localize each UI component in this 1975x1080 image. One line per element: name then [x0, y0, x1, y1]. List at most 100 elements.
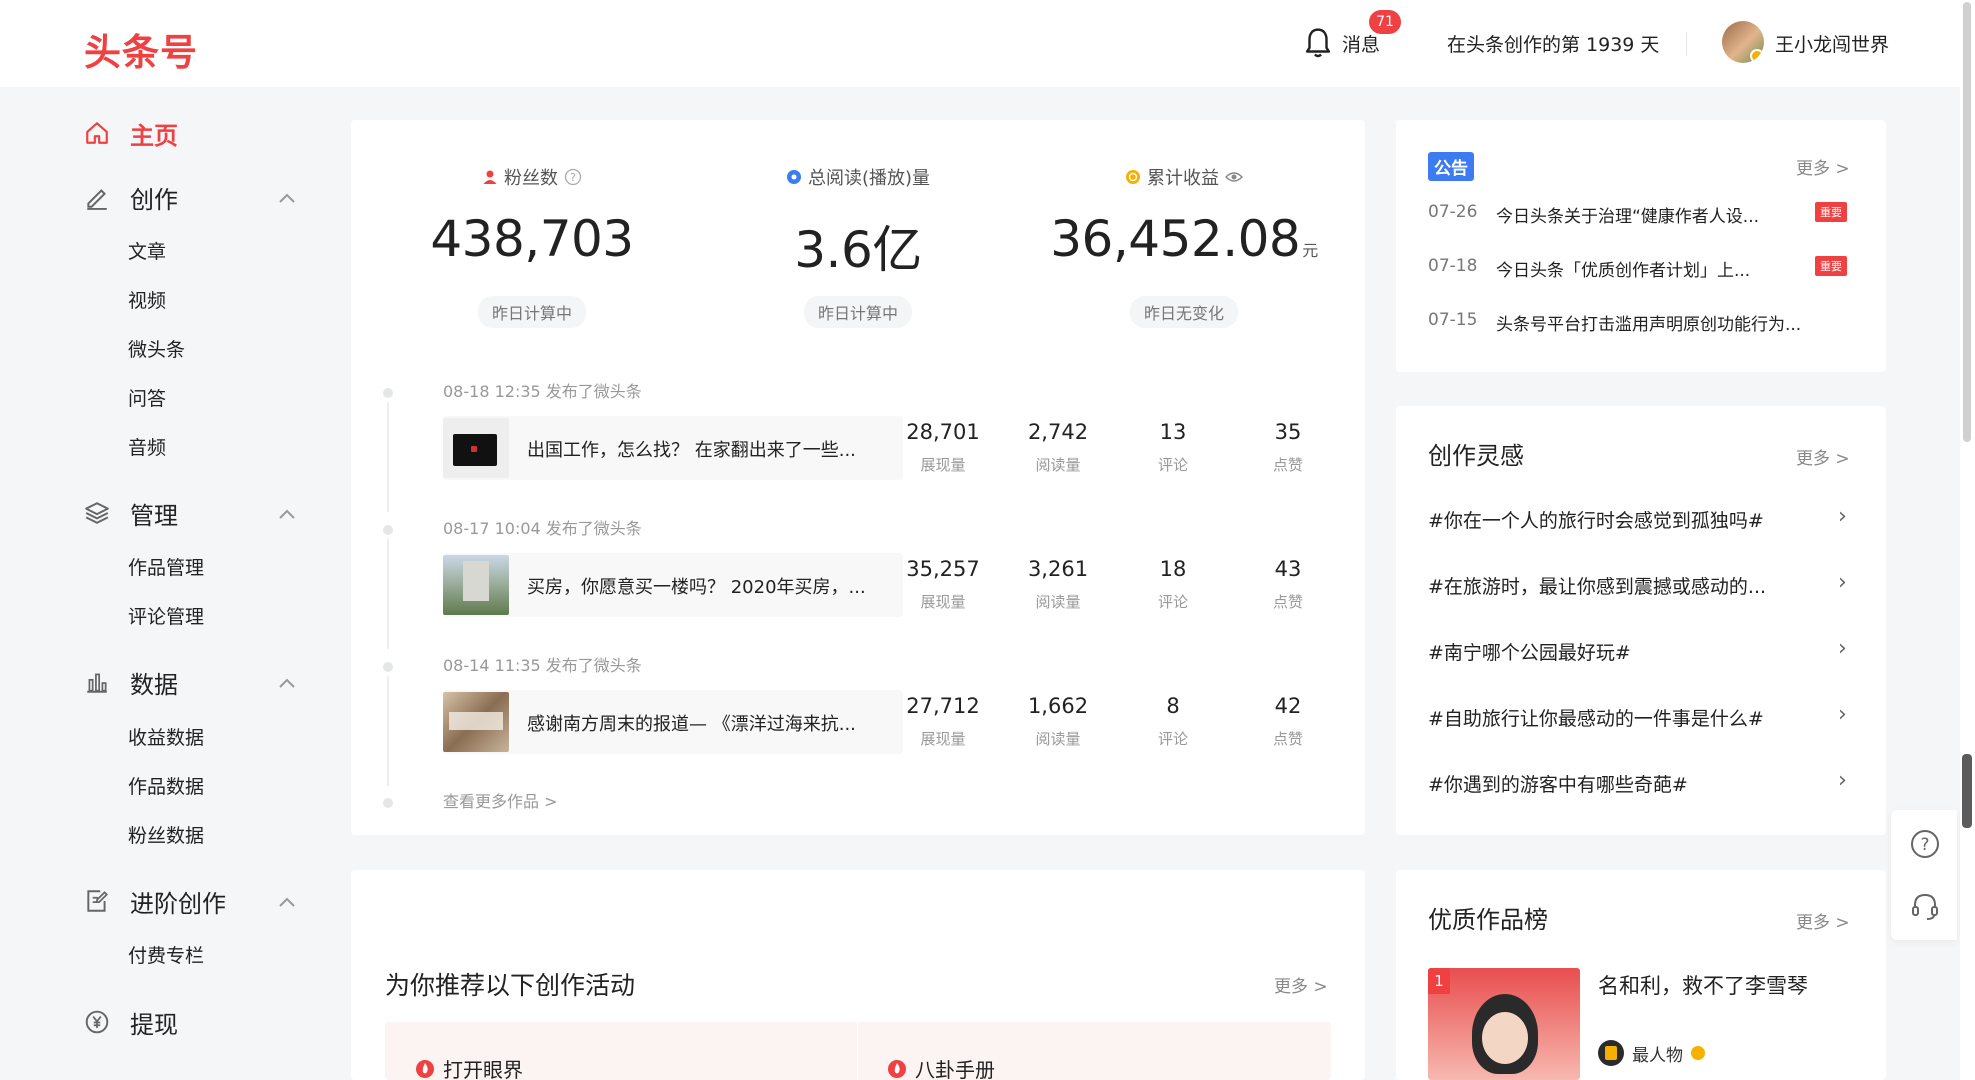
metric-label: 展现量 [920, 456, 966, 474]
sidebar-item-withdraw[interactable]: 提现 [84, 1004, 178, 1040]
stat-note: 昨日计算中 [477, 296, 587, 328]
sidebar-item-comments-manage[interactable]: 评论管理 [128, 602, 204, 629]
stat-label: 粉丝数 [504, 168, 558, 189]
floating-toolbar: ? [1891, 810, 1957, 940]
post-comments: 18 评论 [1123, 557, 1223, 612]
sidebar-item-create[interactable]: 创作 [84, 179, 178, 215]
metric-value: 42 [1274, 694, 1302, 718]
sidebar-item-manage[interactable]: 管理 [84, 495, 178, 531]
svg-text:?: ? [570, 171, 576, 184]
topic-item[interactable]: #你遇到的游客中有哪些奇葩# › [1428, 768, 1858, 802]
verified-badge-icon [1750, 49, 1764, 63]
metric-value: 35 [1274, 420, 1302, 444]
sidebar-item-audio[interactable]: 音频 [128, 433, 166, 460]
sidebar-item-income-data[interactable]: 收益数据 [128, 723, 204, 750]
important-tag: 重要 [1815, 202, 1847, 222]
sidebar-item-label: 数据 [130, 670, 178, 699]
announcement-date: 07-18 [1428, 256, 1478, 276]
metric-label: 点赞 [1272, 456, 1303, 474]
bell-icon[interactable] [1303, 26, 1333, 60]
yuan-coin-icon [85, 1010, 109, 1034]
timeline-line [387, 402, 389, 512]
topic-item[interactable]: #你在一个人的旅行时会感觉到孤独吗# › [1428, 504, 1858, 538]
view-more-works-link[interactable]: 查看更多作品 > [443, 788, 558, 812]
announcements-more-link[interactable]: 更多 > [1796, 154, 1850, 179]
timeline-dot [383, 798, 393, 808]
topic-item[interactable]: #南宁哪个公园最好玩# › [1428, 636, 1858, 670]
chevron-right-icon: › [1838, 768, 1847, 793]
metric-value: 28,701 [906, 420, 980, 444]
post-box[interactable]: 买房，你愿意买一楼吗？ 2020年买房，... [443, 553, 903, 617]
sidebar-item-home[interactable]: 主页 [84, 115, 178, 151]
sidebar-item-qa[interactable]: 问答 [128, 384, 166, 411]
help-icon[interactable]: ? [564, 168, 582, 186]
activities-more-link[interactable]: 更多 > [1274, 972, 1328, 997]
timeline-dot [383, 662, 393, 672]
sidebar-item-works-manage[interactable]: 作品管理 [128, 553, 204, 580]
activity-tabs: 打开眼界 八卦手册 [385, 1022, 1331, 1080]
activity-tab[interactable]: 八卦手册 [887, 1054, 995, 1080]
topic-item[interactable]: #自助旅行让你最感动的一件事是什么# › [1428, 702, 1858, 736]
ranking-more-link[interactable]: 更多 > [1796, 908, 1850, 933]
scrollbar-thumb[interactable] [1963, 2, 1971, 442]
important-tag: 重要 [1815, 256, 1847, 276]
topic-text: #在旅游时，最让你感到震撼或感动的... [1428, 576, 1767, 598]
income-unit: 元 [1302, 241, 1318, 260]
announcements-card: 公告 更多 > 07-26 今日头条关于治理“健康作者人设... 重要 07-18 今… [1396, 120, 1886, 372]
inner-scrollbar-thumb[interactable] [1962, 754, 1972, 828]
sidebar-item-article[interactable]: 文章 [128, 237, 166, 264]
topic-text: #你遇到的游客中有哪些奇葩# [1428, 774, 1688, 796]
announcement-badge: 公告 [1428, 152, 1474, 181]
timeline-dot [383, 525, 393, 535]
messages-label[interactable]: 消息 [1342, 30, 1380, 57]
help-icon[interactable]: ? [1909, 828, 1941, 860]
sidebar-item-micro-post[interactable]: 微头条 [128, 335, 185, 362]
headset-icon[interactable] [1909, 890, 1941, 922]
metric-label: 阅读量 [1035, 730, 1081, 748]
activity-tab[interactable]: 打开眼界 [415, 1054, 523, 1080]
chevron-up-icon[interactable] [277, 192, 297, 204]
sidebar-item-fans-data[interactable]: 粉丝数据 [128, 821, 204, 848]
sidebar-item-video[interactable]: 视频 [128, 286, 166, 313]
topic-text: #你在一个人的旅行时会感觉到孤独吗# [1428, 510, 1764, 532]
post-box[interactable]: 感谢南方周末的报道— 《漂洋过海来抗... [443, 690, 903, 754]
activity-tab-label: 八卦手册 [915, 1058, 995, 1080]
post-title[interactable]: 出国工作，怎么找？ 在家翻出来了一些... [527, 436, 893, 462]
topic-item[interactable]: #在旅游时，最让你感到震撼或感动的... › [1428, 570, 1858, 604]
avatar[interactable] [1722, 21, 1764, 63]
chevron-up-icon[interactable] [277, 677, 297, 689]
sidebar-item-data[interactable]: 数据 [84, 664, 178, 700]
metric-value: 3,261 [1027, 557, 1089, 581]
announcement-date: 07-26 [1428, 202, 1478, 222]
user-icon [483, 170, 497, 184]
logo[interactable]: 头条号 [84, 22, 198, 76]
post-likes: 35 点赞 [1238, 420, 1338, 475]
announcement-date: 07-15 [1428, 310, 1478, 330]
sidebar-item-paid-column[interactable]: 付费专栏 [128, 941, 204, 968]
post-thumbnail [443, 555, 509, 615]
stat-value: 438,703 [430, 210, 634, 268]
sidebar-item-works-data[interactable]: 作品数据 [128, 772, 204, 799]
post-title[interactable]: 感谢南方周末的报道— 《漂洋过海来抗... [527, 710, 893, 736]
metric-value: 1,662 [1027, 694, 1089, 718]
sidebar-item-advanced[interactable]: 进阶创作 [84, 883, 226, 919]
eye-circle-icon [786, 170, 801, 184]
creation-days-text: 在头条创作的第 1939 天 [1447, 34, 1660, 56]
post-reads: 2,742 阅读量 [1008, 420, 1108, 475]
ranking-author[interactable]: 最人物 [1598, 1040, 1705, 1066]
chevron-up-icon[interactable] [277, 896, 297, 908]
metric-label: 展现量 [920, 730, 966, 748]
metric-value: 18 [1159, 557, 1187, 581]
inspiration-more-link[interactable]: 更多 > [1796, 444, 1850, 469]
post-box[interactable]: 出国工作，怎么找？ 在家翻出来了一些... [443, 416, 903, 480]
ranking-item-title[interactable]: 名和利，救不了李雪琴 [1598, 970, 1808, 1000]
eye-icon[interactable] [1225, 170, 1243, 184]
stat-label: 总阅读(播放)量 [807, 168, 931, 189]
ranking-title: 优质作品榜 [1428, 906, 1548, 934]
post-title[interactable]: 买房，你愿意买一楼吗？ 2020年买房，... [527, 573, 893, 599]
username[interactable]: 王小龙闯世界 [1775, 30, 1889, 57]
ranking-thumbnail[interactable]: 1 [1428, 968, 1580, 1080]
edit-icon [87, 189, 107, 210]
sidebar-item-label: 主页 [130, 121, 178, 150]
chevron-up-icon[interactable] [277, 508, 297, 520]
